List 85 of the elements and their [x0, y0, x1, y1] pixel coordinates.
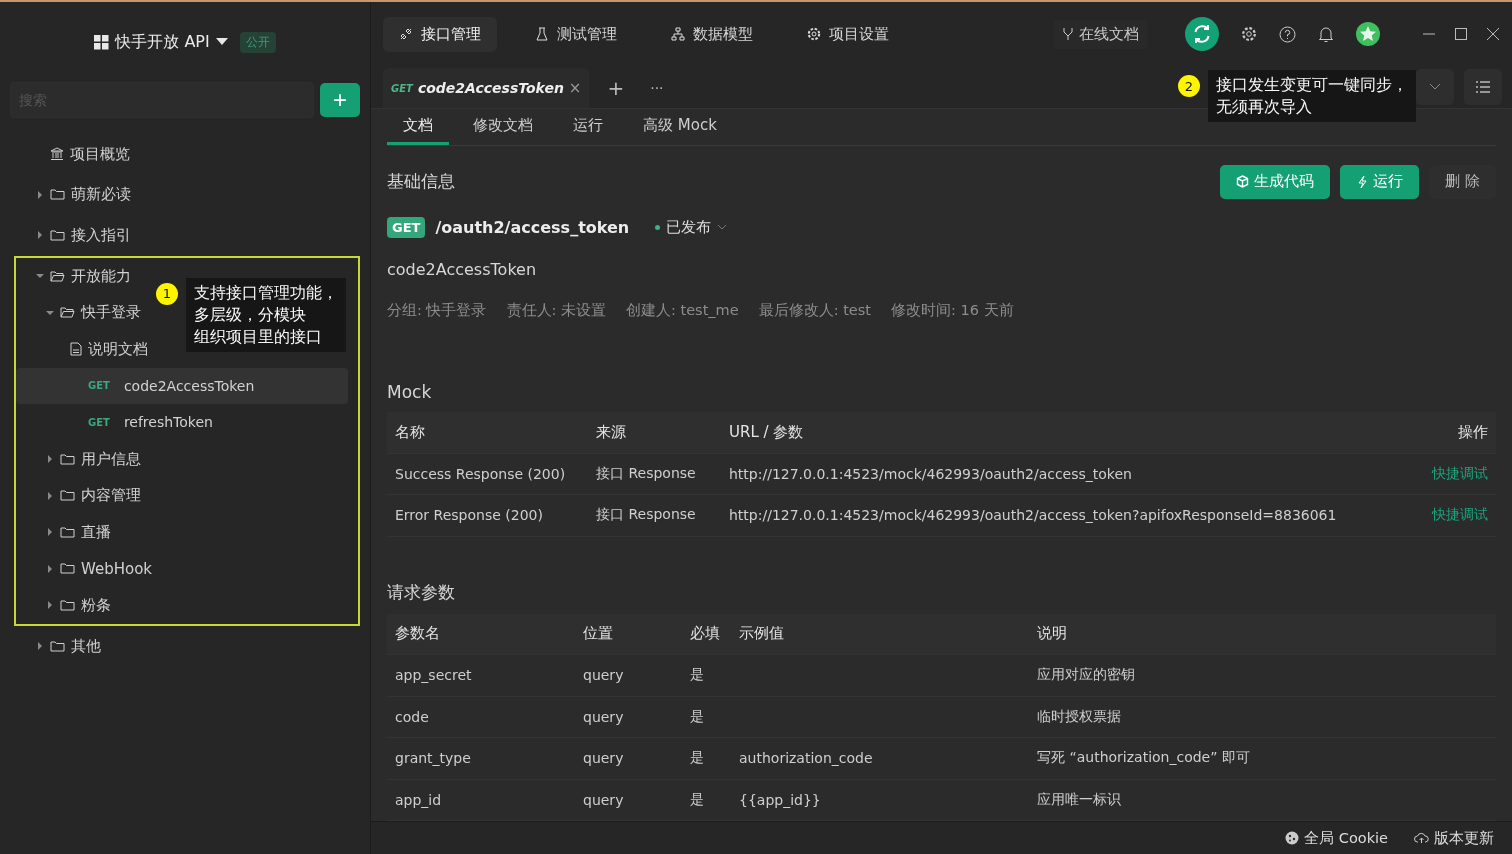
meta-info: 最后修改人: test: [758, 301, 871, 320]
table-cell-text: query: [583, 791, 625, 808]
method-badge: GET: [387, 217, 426, 238]
table-cell-text: {{app_id}}: [739, 791, 822, 808]
column-header: 必填: [690, 624, 721, 644]
callout-tooltip: 支持接口管理功能， 多层级，分模块 组织项目里的接口: [186, 277, 346, 352]
table-cell-text: app_id: [395, 791, 443, 808]
tree-item[interactable]: WebHook: [81, 559, 153, 578]
tree-item[interactable]: 开放能力: [71, 266, 131, 286]
table-cell-text: authorization_code: [739, 750, 874, 767]
table-cell-text: 是: [690, 707, 705, 726]
tree-item[interactable]: 粉条: [81, 595, 111, 615]
column-header: 示例值: [739, 624, 785, 644]
nav-tab[interactable]: 项目设置: [791, 16, 905, 52]
step-number-badge: 2: [1178, 75, 1200, 97]
section-heading: 基础信息: [387, 170, 455, 193]
nav-tab[interactable]: 数据模型: [655, 16, 769, 52]
tree-item[interactable]: 其他: [71, 636, 101, 656]
table-cell-text: query: [583, 708, 625, 725]
table-cell-text: 临时授权票据: [1037, 707, 1122, 726]
table-cell-text: app_secret: [395, 667, 473, 684]
column-header: 操作: [1457, 422, 1488, 442]
tree-item[interactable]: 项目概览: [70, 144, 130, 164]
quick-debug-link[interactable]: 快捷调试: [1418, 464, 1488, 483]
method-label: GET: [88, 380, 110, 392]
project-name[interactable]: 快手开放 API: [115, 31, 210, 53]
status-bar-item[interactable]: 版本更新: [1414, 828, 1494, 848]
tree-item[interactable]: 用户信息: [81, 449, 141, 469]
table-cell-text: 接口 Response: [596, 464, 697, 483]
table-cell-text: 写死 “authorization_code” 即可: [1037, 749, 1251, 768]
tree-item[interactable]: 快手登录: [81, 303, 141, 323]
api-name: code2AccessToken: [387, 260, 538, 279]
table-cell-text: http://127.0.0.1:4523/mock/462993/oauth2/access_token: [729, 465, 1133, 482]
table-cell-text: 应用唯一标识: [1037, 790, 1122, 809]
meta-info: 创建人: test_me: [626, 301, 739, 320]
callout-tooltip: 接口发生变更可一键同步， 无须再次导入: [1208, 70, 1416, 122]
sub-tab[interactable]: 修改文档: [457, 109, 549, 145]
column-header: URL / 参数: [729, 422, 805, 442]
table-cell-text: http://127.0.0.1:4523/mock/462993/oauth2/access_token?apifoxResponseId=8836061: [729, 507, 1338, 524]
section-heading: Mock: [387, 382, 433, 402]
sub-tab[interactable]: 运行: [557, 109, 619, 145]
sub-tab[interactable]: 文档: [387, 109, 449, 145]
column-header: 名称: [395, 422, 426, 442]
column-header: 来源: [596, 422, 627, 442]
tree-item[interactable]: 接入指引: [71, 226, 131, 245]
sub-tab[interactable]: 高级 Mock: [627, 109, 733, 145]
table-cell-text: Success Response (200): [395, 465, 567, 482]
more-button[interactable]: ···: [642, 68, 672, 108]
status-dropdown[interactable]: 已发布: [649, 217, 734, 238]
table-cell-text: code: [395, 708, 430, 725]
tab-title: code2AccessToken: [417, 80, 564, 96]
tree-item[interactable]: 说明文档: [88, 339, 148, 359]
tree-item[interactable]: code2AccessToken: [123, 377, 255, 394]
column-header: 参数名: [395, 624, 441, 644]
meta-info: 分组: 快手登录: [387, 301, 487, 320]
tree-item[interactable]: 直播: [81, 522, 111, 542]
table-cell-text: grant_type: [395, 750, 472, 767]
table-cell-text: 应用对应的密钥: [1037, 666, 1136, 685]
section-heading: 请求参数: [387, 580, 456, 604]
document-tab[interactable]: GET code2AccessToken ×: [383, 68, 590, 108]
tree-item[interactable]: refreshToken: [123, 414, 213, 431]
nav-tab[interactable]: 测试管理: [519, 16, 633, 52]
meta-info: 责任人: 未设置: [506, 301, 606, 320]
table-cell-text: 接口 Response: [596, 506, 697, 525]
tree-item[interactable]: 萌新必读: [71, 185, 131, 205]
nav-tab[interactable]: 接口管理: [383, 16, 497, 52]
method-label: GET: [391, 82, 413, 94]
table-cell-text: 是: [690, 790, 705, 809]
meta-info: 修改时间: 16 天前: [891, 301, 1014, 320]
method-label: GET: [88, 416, 110, 428]
quick-debug-link[interactable]: 快捷调试: [1418, 506, 1488, 525]
table-cell-text: query: [583, 750, 625, 767]
step-number-badge: 1: [156, 282, 178, 305]
column-header: 说明: [1037, 624, 1068, 644]
table-cell-text: Error Response (200): [395, 507, 544, 524]
status-bar-item[interactable]: 全局 Cookie: [1285, 828, 1388, 848]
column-header: 位置: [583, 624, 614, 644]
table-cell-text: 是: [690, 666, 705, 685]
endpoint-path: /oauth2/access_token: [435, 218, 630, 237]
new-tab-button[interactable]: +: [599, 68, 633, 108]
public-badge: 公开: [239, 31, 276, 53]
table-cell-text: query: [583, 667, 625, 684]
tree-item[interactable]: 内容管理: [81, 486, 141, 506]
table-cell-text: 是: [690, 749, 705, 768]
close-tab-button[interactable]: ×: [568, 79, 582, 97]
